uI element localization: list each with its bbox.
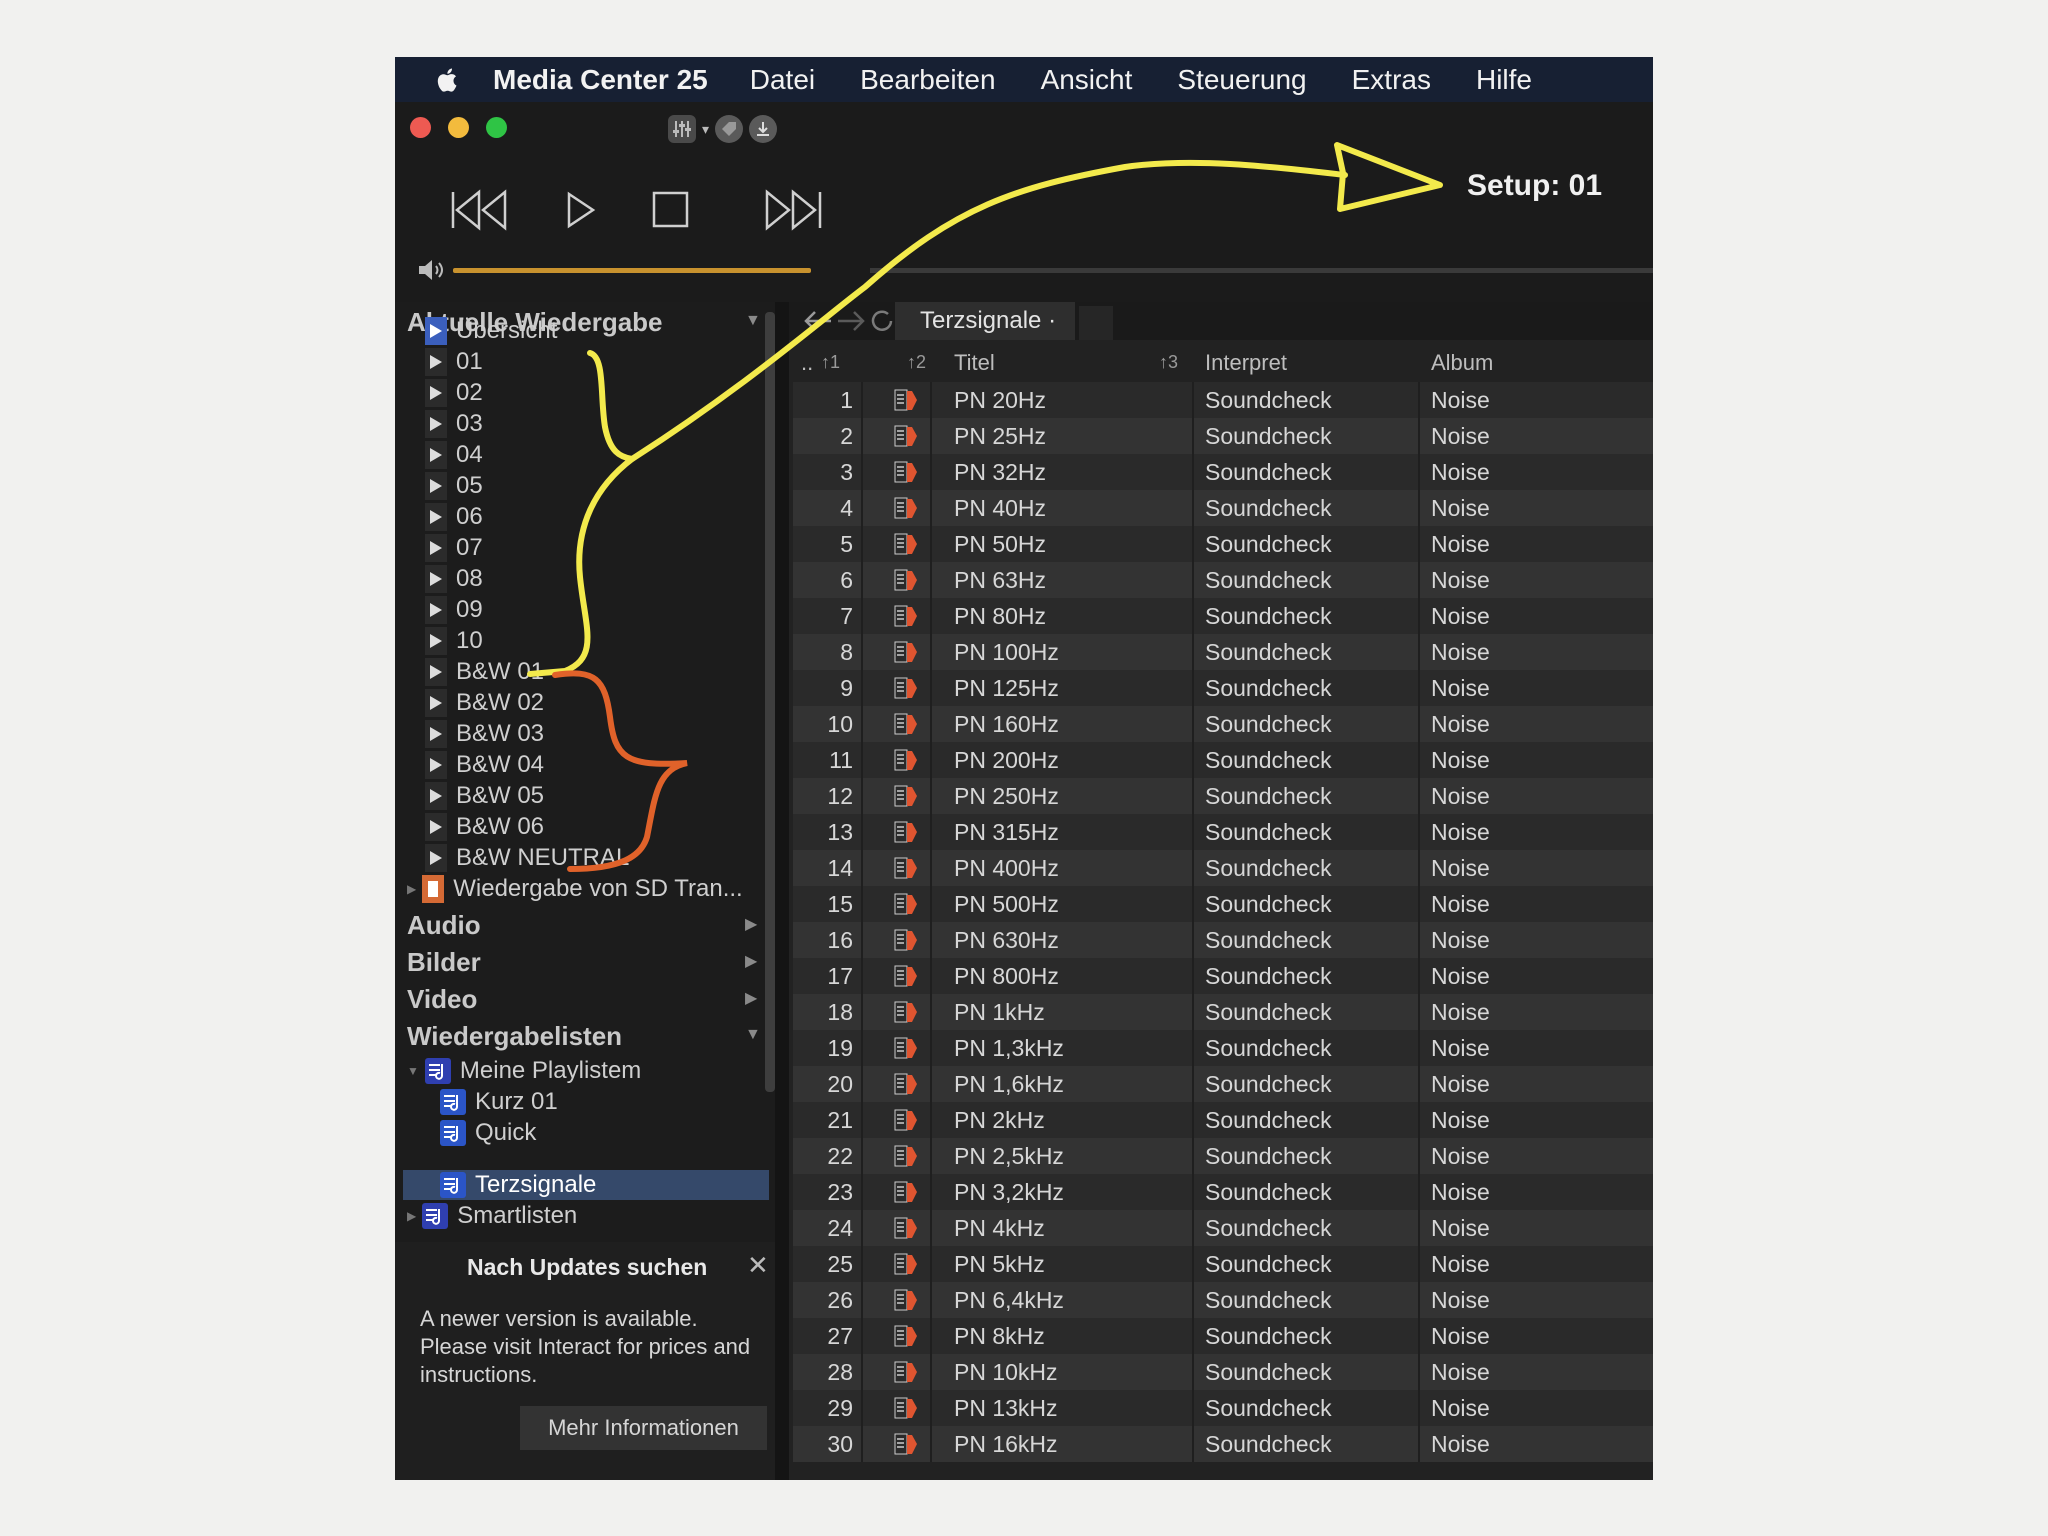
yellow-bracket-annotation <box>527 350 640 677</box>
yellow-arrowhead-annotation <box>1334 142 1443 212</box>
orange-bracket-annotation <box>552 670 688 872</box>
annotation-overlay <box>527 142 1443 872</box>
media-center-window: Media Center 25 Datei Bearbeiten Ansicht… <box>395 57 1653 1480</box>
yellow-arrow-annotation <box>629 159 1348 462</box>
